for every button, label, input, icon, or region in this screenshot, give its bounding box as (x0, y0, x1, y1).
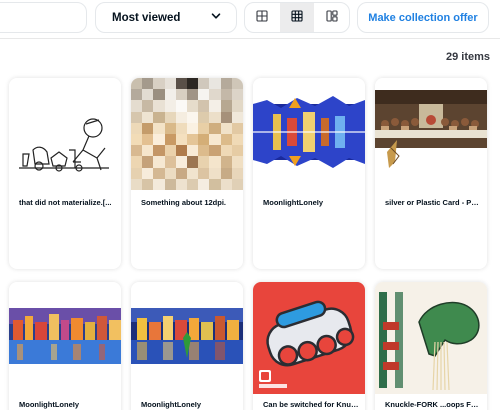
nft-card[interactable]: MoonlightLoneIy (253, 78, 365, 269)
sort-select-label: Most viewed (112, 11, 181, 24)
chevron-down-icon (210, 9, 222, 27)
view-toggle (244, 2, 350, 33)
item-count: 29 items (445, 51, 490, 63)
nft-card[interactable]: silver or Plastic Card - Phi... (375, 78, 487, 269)
nft-card[interactable]: MoonlightLoneIy (9, 282, 121, 410)
nft-image (253, 282, 365, 394)
nft-image (9, 78, 121, 190)
make-collection-offer-button[interactable]: Make collection offer (357, 2, 489, 33)
nft-image (9, 282, 121, 394)
nft-name: Knuckle-FORK ...oops FOL... (385, 400, 481, 409)
nft-name: MoonlightLoneIy (19, 400, 79, 409)
nft-name: MoonlightLoneIy (263, 198, 323, 207)
nft-image (253, 78, 365, 190)
nft-card[interactable]: Knuckle-FORK ...oops FOL... (375, 282, 487, 410)
mosaic-view-button[interactable] (314, 3, 349, 32)
nft-name: silver or Plastic Card - Phi... (385, 198, 481, 207)
nft-name: Something about 12dpi. (141, 198, 227, 207)
pixelated-image (131, 78, 243, 190)
nft-card[interactable]: Can be switched for Knuc... (253, 282, 365, 410)
toolbar: Most viewed Make collection offer (0, 0, 500, 38)
nft-name: that did not materialize.[... (19, 198, 112, 207)
mosaic-icon (326, 9, 338, 27)
small-grid-icon (291, 9, 303, 27)
nft-card[interactable]: that did not materialize.[... (9, 78, 121, 269)
search-input[interactable] (0, 2, 87, 33)
small-grid-view-button[interactable] (279, 3, 315, 32)
nft-card[interactable]: MoonlightLoneIy (131, 282, 243, 410)
nft-card[interactable]: Something about 12dpi. (131, 78, 243, 269)
sort-select[interactable]: Most viewed (95, 2, 237, 33)
toolbar-divider (0, 38, 500, 39)
nft-name: MoonlightLoneIy (141, 400, 201, 409)
large-grid-icon (256, 9, 268, 27)
nft-image (131, 282, 243, 394)
large-grid-view-button[interactable] (245, 3, 280, 32)
nft-image (375, 78, 487, 190)
nft-image (131, 78, 243, 190)
nft-image (375, 282, 487, 394)
nft-name: Can be switched for Knuc... (263, 400, 359, 409)
